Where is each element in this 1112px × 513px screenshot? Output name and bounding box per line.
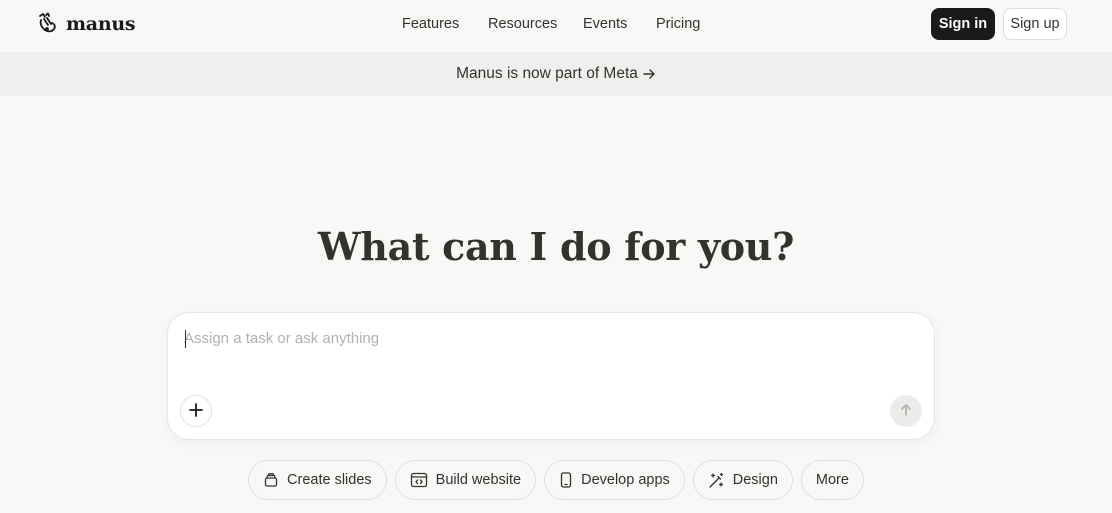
top-navigation-bar: manus Features Resources Events Pricing … bbox=[0, 0, 1112, 52]
more-label: More bbox=[815, 472, 849, 488]
mobile-phone-icon bbox=[559, 472, 573, 488]
develop-apps-label: Develop apps bbox=[581, 472, 670, 488]
nav-link-features[interactable]: Features bbox=[402, 16, 459, 32]
build-website-label: Build website bbox=[435, 472, 522, 488]
brand-name: manus bbox=[66, 13, 136, 35]
create-slides-label: Create slides bbox=[287, 472, 372, 488]
announcement-text: Manus is now part of Meta bbox=[456, 65, 638, 82]
brand-logo-link[interactable]: manus bbox=[36, 11, 136, 37]
sign-in-button[interactable]: Sign in bbox=[931, 8, 995, 40]
nav-link-pricing[interactable]: Pricing bbox=[656, 16, 700, 32]
browser-code-icon bbox=[410, 472, 428, 488]
design-label: Design bbox=[732, 472, 778, 488]
add-attachment-button[interactable] bbox=[180, 395, 212, 427]
plus-icon bbox=[189, 402, 203, 420]
task-input[interactable] bbox=[184, 329, 920, 389]
create-slides-button[interactable]: Create slides bbox=[248, 460, 387, 500]
nav-link-resources[interactable]: Resources bbox=[488, 16, 557, 32]
send-button[interactable] bbox=[890, 395, 922, 427]
text-caret bbox=[185, 330, 186, 348]
nav-link-events[interactable]: Events bbox=[583, 16, 627, 32]
quick-actions: Create slides Build website Develop apps bbox=[0, 460, 1112, 500]
develop-apps-button[interactable]: Develop apps bbox=[544, 460, 685, 500]
magic-wand-icon bbox=[708, 472, 725, 489]
design-button[interactable]: Design bbox=[692, 460, 793, 500]
sign-up-button[interactable]: Sign up bbox=[1003, 8, 1067, 40]
slides-icon bbox=[263, 472, 279, 488]
arrow-right-icon bbox=[642, 67, 656, 81]
manus-hand-logo-icon bbox=[36, 12, 58, 36]
hero-title: What can I do for you? bbox=[317, 224, 795, 269]
task-composer bbox=[167, 312, 935, 440]
announcement-link[interactable]: Manus is now part of Meta bbox=[456, 65, 656, 83]
more-button[interactable]: More bbox=[800, 460, 864, 500]
announcement-banner: Manus is now part of Meta bbox=[0, 52, 1112, 96]
build-website-button[interactable]: Build website bbox=[394, 460, 537, 500]
arrow-up-icon bbox=[899, 403, 913, 420]
